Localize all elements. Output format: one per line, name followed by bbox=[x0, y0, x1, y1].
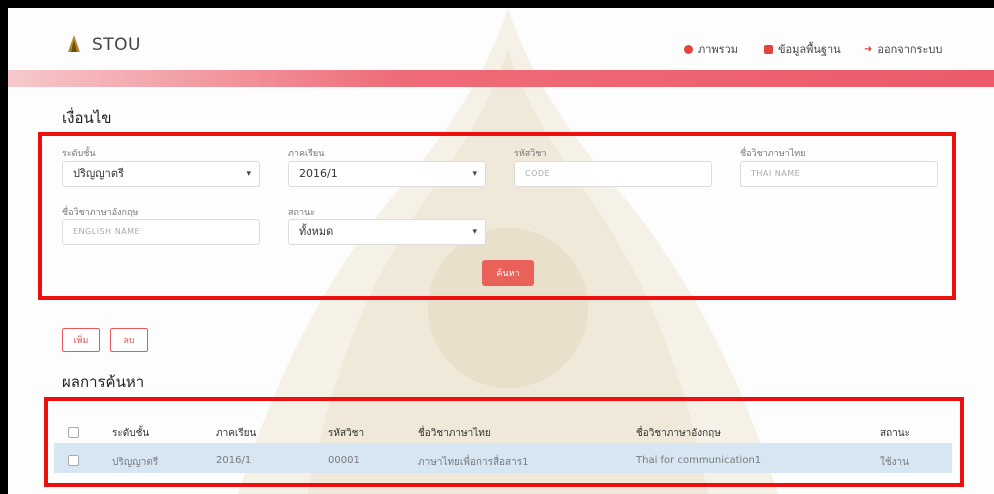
english-name-input-placeholder: ENGLISH NAME bbox=[73, 227, 141, 236]
nav-overview[interactable]: ภาพรวม bbox=[684, 40, 738, 58]
row-checkbox[interactable] bbox=[68, 455, 79, 466]
search-button[interactable]: ค้นหา bbox=[482, 260, 534, 286]
top-navbar: STOU ภาพรวม ข้อมูลพื้นฐาน ➜ ออกจากระบบ bbox=[8, 8, 994, 70]
level-select-value: ปริญญาตรี bbox=[73, 167, 124, 180]
nav-master-data[interactable]: ข้อมูลพื้นฐาน bbox=[764, 40, 841, 58]
semester-label: ภาคเรียน bbox=[288, 149, 325, 159]
semester-select[interactable]: 2016/1 bbox=[288, 161, 486, 187]
add-button[interactable]: เพิ่ม bbox=[62, 328, 100, 352]
cell-thai-name: ภาษาไทยเพื่อการสื่อสาร1 bbox=[418, 457, 529, 468]
nav-logout[interactable]: ➜ ออกจากระบบ bbox=[864, 40, 942, 58]
code-input[interactable]: CODE bbox=[514, 161, 712, 187]
col-header-thai-name[interactable]: ชื่อวิชาภาษาไทย bbox=[418, 426, 491, 441]
status-select-value: ทั้งหมด bbox=[299, 225, 334, 238]
col-header-english-name[interactable]: ชื่อวิชาภาษาอังกฤษ bbox=[636, 426, 721, 441]
database-icon bbox=[764, 44, 773, 54]
col-header-status[interactable]: สถานะ bbox=[880, 426, 910, 441]
nav-logout-label: ออกจากระบบ bbox=[877, 43, 943, 56]
english-name-input[interactable]: ENGLISH NAME bbox=[62, 219, 260, 245]
code-input-placeholder: CODE bbox=[525, 169, 551, 178]
header-gradient-bar bbox=[8, 70, 994, 87]
results-title: ผลการค้นหา bbox=[62, 373, 145, 391]
results-highlight-box bbox=[44, 397, 964, 487]
cell-code: 00001 bbox=[328, 455, 360, 466]
logout-icon: ➜ bbox=[864, 43, 873, 55]
delete-button[interactable]: ลบ bbox=[110, 328, 148, 352]
stou-logo-icon bbox=[68, 35, 80, 52]
level-select[interactable]: ปริญญาตรี bbox=[62, 161, 260, 187]
cell-semester: 2016/1 bbox=[216, 455, 252, 466]
status-label: สถานะ bbox=[288, 208, 315, 218]
col-header-semester[interactable]: ภาคเรียน bbox=[216, 426, 256, 441]
home-icon bbox=[684, 44, 693, 54]
level-label: ระดับชั้น bbox=[62, 149, 96, 159]
nav-master-data-label: ข้อมูลพื้นฐาน bbox=[778, 43, 841, 56]
filter-title: เงื่อนไข bbox=[62, 109, 112, 127]
status-select[interactable]: ทั้งหมด bbox=[288, 219, 486, 245]
code-label: รหัสวิชา bbox=[514, 149, 547, 159]
cell-status: ใช้งาน bbox=[880, 457, 910, 468]
thai-name-input[interactable]: THAI NAME bbox=[740, 161, 938, 187]
brand-name[interactable]: STOU bbox=[92, 35, 141, 55]
select-all-checkbox[interactable] bbox=[68, 427, 79, 438]
page: STOU ภาพรวม ข้อมูลพื้นฐาน ➜ ออกจากระบบ เ… bbox=[8, 8, 994, 494]
cell-level: ปริญญาตรี bbox=[112, 457, 159, 468]
nav-overview-label: ภาพรวม bbox=[698, 43, 739, 56]
col-header-code[interactable]: รหัสวิชา bbox=[328, 426, 364, 441]
col-header-level[interactable]: ระดับชั้น bbox=[112, 426, 149, 441]
cell-english-name: Thai for communication1 bbox=[636, 455, 762, 466]
thai-name-input-placeholder: THAI NAME bbox=[751, 169, 801, 178]
thai-name-label: ชื่อวิชาภาษาไทย bbox=[740, 149, 806, 159]
english-name-label: ชื่อวิชาภาษาอังกฤษ bbox=[62, 208, 139, 218]
semester-select-value: 2016/1 bbox=[299, 167, 338, 180]
